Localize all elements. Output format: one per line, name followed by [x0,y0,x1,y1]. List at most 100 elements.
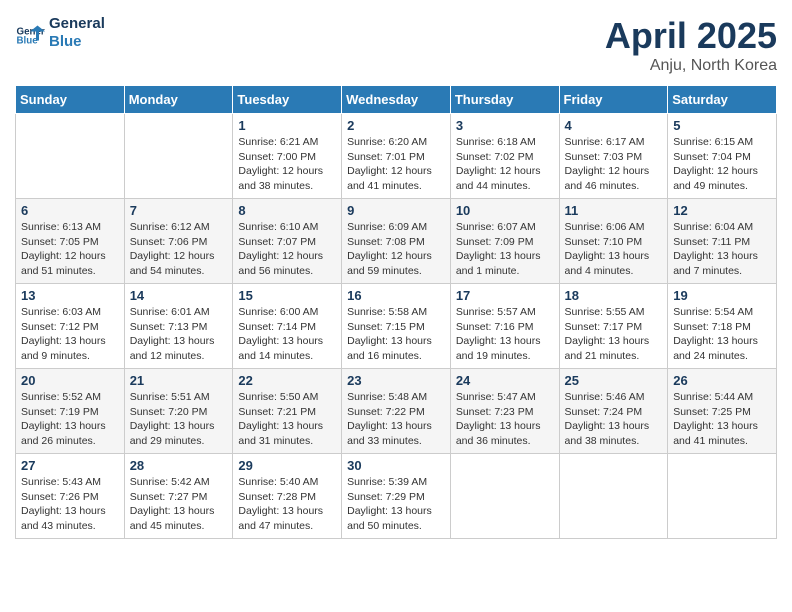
calendar-row: 6 Sunrise: 6:13 AM Sunset: 7:05 PM Daylig… [16,199,777,284]
calendar-row: 13Sunrise: 6:03 AM Sunset: 7:12 PM Dayli… [16,284,777,369]
cell-info: Sunrise: 5:42 AM Sunset: 7:27 PM Dayligh… [130,475,228,534]
weekday-header: Wednesday [342,86,451,114]
day-number: 16 [347,288,445,303]
calendar-cell [124,114,233,199]
day-number: 17 [456,288,554,303]
logo-line2: Blue [49,33,105,51]
day-number: 21 [130,373,228,388]
cell-info: Sunrise: 6:12 AM Sunset: 7:06 PM Dayligh… [130,220,228,279]
day-number: 13 [21,288,119,303]
main-title: April 2025 [605,15,777,57]
calendar-cell [559,454,668,539]
day-number: 12 [673,203,771,218]
cell-info: Sunrise: 6:17 AM Sunset: 7:03 PM Dayligh… [565,135,663,194]
svg-text:Blue: Blue [17,36,39,47]
day-number: 26 [673,373,771,388]
day-number: 3 [456,118,554,133]
day-number: 29 [238,458,336,473]
cell-info: Sunrise: 6:06 AM Sunset: 7:10 PM Dayligh… [565,220,663,279]
logo-line1: General [49,15,105,33]
cell-info: Sunrise: 5:44 AM Sunset: 7:25 PM Dayligh… [673,390,771,449]
calendar-table: SundayMondayTuesdayWednesdayThursdayFrid… [15,85,777,539]
calendar-cell: 19Sunrise: 5:54 AM Sunset: 7:18 PM Dayli… [668,284,777,369]
day-number: 4 [565,118,663,133]
calendar-cell: 5Sunrise: 6:15 AM Sunset: 7:04 PM Daylig… [668,114,777,199]
cell-info: Sunrise: 6:01 AM Sunset: 7:13 PM Dayligh… [130,305,228,364]
calendar-cell: 8Sunrise: 6:10 AM Sunset: 7:07 PM Daylig… [233,199,342,284]
cell-info: Sunrise: 6:20 AM Sunset: 7:01 PM Dayligh… [347,135,445,194]
day-number: 11 [565,203,663,218]
cell-info: Sunrise: 5:51 AM Sunset: 7:20 PM Dayligh… [130,390,228,449]
calendar-cell [450,454,559,539]
day-number: 27 [21,458,119,473]
cell-info: Sunrise: 5:48 AM Sunset: 7:22 PM Dayligh… [347,390,445,449]
calendar-cell: 22 Sunrise: 5:50 AM Sunset: 7:21 PM Dayli… [233,369,342,454]
calendar-cell: 23 Sunrise: 5:48 AM Sunset: 7:22 PM Dayli… [342,369,451,454]
calendar-cell: 14 Sunrise: 6:01 AM Sunset: 7:13 PM Dayli… [124,284,233,369]
cell-info: Sunrise: 6:07 AM Sunset: 7:09 PM Dayligh… [456,220,554,279]
calendar-cell: 24Sunrise: 5:47 AM Sunset: 7:23 PM Dayli… [450,369,559,454]
cell-info: Sunrise: 6:21 AM Sunset: 7:00 PM Dayligh… [238,135,336,194]
logo-icon: General Blue [15,18,45,48]
calendar-cell [668,454,777,539]
day-number: 8 [238,203,336,218]
logo: General Blue General Blue [15,15,105,51]
day-number: 20 [21,373,119,388]
cell-info: Sunrise: 5:55 AM Sunset: 7:17 PM Dayligh… [565,305,663,364]
calendar-header: SundayMondayTuesdayWednesdayThursdayFrid… [16,86,777,114]
calendar-cell: 27 Sunrise: 5:43 AM Sunset: 7:26 PM Dayli… [16,454,125,539]
calendar-cell: 1 Sunrise: 6:21 AM Sunset: 7:00 PM Daylig… [233,114,342,199]
weekday-header-row: SundayMondayTuesdayWednesdayThursdayFrid… [16,86,777,114]
calendar-cell: 17 Sunrise: 5:57 AM Sunset: 7:16 PM Dayli… [450,284,559,369]
day-number: 23 [347,373,445,388]
cell-info: Sunrise: 5:43 AM Sunset: 7:26 PM Dayligh… [21,475,119,534]
calendar-cell: 30Sunrise: 5:39 AM Sunset: 7:29 PM Dayli… [342,454,451,539]
cell-info: Sunrise: 5:52 AM Sunset: 7:19 PM Dayligh… [21,390,119,449]
cell-info: Sunrise: 6:09 AM Sunset: 7:08 PM Dayligh… [347,220,445,279]
day-number: 15 [238,288,336,303]
calendar-cell: 7 Sunrise: 6:12 AM Sunset: 7:06 PM Daylig… [124,199,233,284]
day-number: 18 [565,288,663,303]
cell-info: Sunrise: 5:40 AM Sunset: 7:28 PM Dayligh… [238,475,336,534]
cell-info: Sunrise: 5:50 AM Sunset: 7:21 PM Dayligh… [238,390,336,449]
weekday-header: Friday [559,86,668,114]
calendar-cell: 16Sunrise: 5:58 AM Sunset: 7:15 PM Dayli… [342,284,451,369]
calendar-cell: 12 Sunrise: 6:04 AM Sunset: 7:11 PM Dayli… [668,199,777,284]
weekday-header: Thursday [450,86,559,114]
cell-info: Sunrise: 6:00 AM Sunset: 7:14 PM Dayligh… [238,305,336,364]
day-number: 22 [238,373,336,388]
calendar-cell [16,114,125,199]
title-area: April 2025 Anju, North Korea [605,15,777,75]
cell-info: Sunrise: 5:57 AM Sunset: 7:16 PM Dayligh… [456,305,554,364]
header: General Blue General Blue April 2025 Anj… [15,15,777,75]
calendar-cell: 3 Sunrise: 6:18 AM Sunset: 7:02 PM Daylig… [450,114,559,199]
calendar-cell: 21 Sunrise: 5:51 AM Sunset: 7:20 PM Dayli… [124,369,233,454]
calendar-cell: 26 Sunrise: 5:44 AM Sunset: 7:25 PM Dayli… [668,369,777,454]
calendar-cell: 25Sunrise: 5:46 AM Sunset: 7:24 PM Dayli… [559,369,668,454]
day-number: 14 [130,288,228,303]
calendar-row: 1 Sunrise: 6:21 AM Sunset: 7:00 PM Daylig… [16,114,777,199]
day-number: 2 [347,118,445,133]
cell-info: Sunrise: 6:18 AM Sunset: 7:02 PM Dayligh… [456,135,554,194]
day-number: 28 [130,458,228,473]
cell-info: Sunrise: 6:04 AM Sunset: 7:11 PM Dayligh… [673,220,771,279]
day-number: 5 [673,118,771,133]
day-number: 7 [130,203,228,218]
calendar-cell: 11 Sunrise: 6:06 AM Sunset: 7:10 PM Dayli… [559,199,668,284]
calendar-cell: 18 Sunrise: 5:55 AM Sunset: 7:17 PM Dayli… [559,284,668,369]
day-number: 9 [347,203,445,218]
calendar-row: 27 Sunrise: 5:43 AM Sunset: 7:26 PM Dayli… [16,454,777,539]
calendar-cell: 6 Sunrise: 6:13 AM Sunset: 7:05 PM Daylig… [16,199,125,284]
cell-info: Sunrise: 6:13 AM Sunset: 7:05 PM Dayligh… [21,220,119,279]
calendar-row: 20 Sunrise: 5:52 AM Sunset: 7:19 PM Dayli… [16,369,777,454]
day-number: 1 [238,118,336,133]
calendar-cell: 4 Sunrise: 6:17 AM Sunset: 7:03 PM Daylig… [559,114,668,199]
calendar-cell: 15 Sunrise: 6:00 AM Sunset: 7:14 PM Dayli… [233,284,342,369]
calendar-cell: 2 Sunrise: 6:20 AM Sunset: 7:01 PM Daylig… [342,114,451,199]
calendar-cell: 13Sunrise: 6:03 AM Sunset: 7:12 PM Dayli… [16,284,125,369]
weekday-header: Saturday [668,86,777,114]
calendar-cell: 9 Sunrise: 6:09 AM Sunset: 7:08 PM Daylig… [342,199,451,284]
cell-info: Sunrise: 5:46 AM Sunset: 7:24 PM Dayligh… [565,390,663,449]
day-number: 6 [21,203,119,218]
weekday-header: Sunday [16,86,125,114]
